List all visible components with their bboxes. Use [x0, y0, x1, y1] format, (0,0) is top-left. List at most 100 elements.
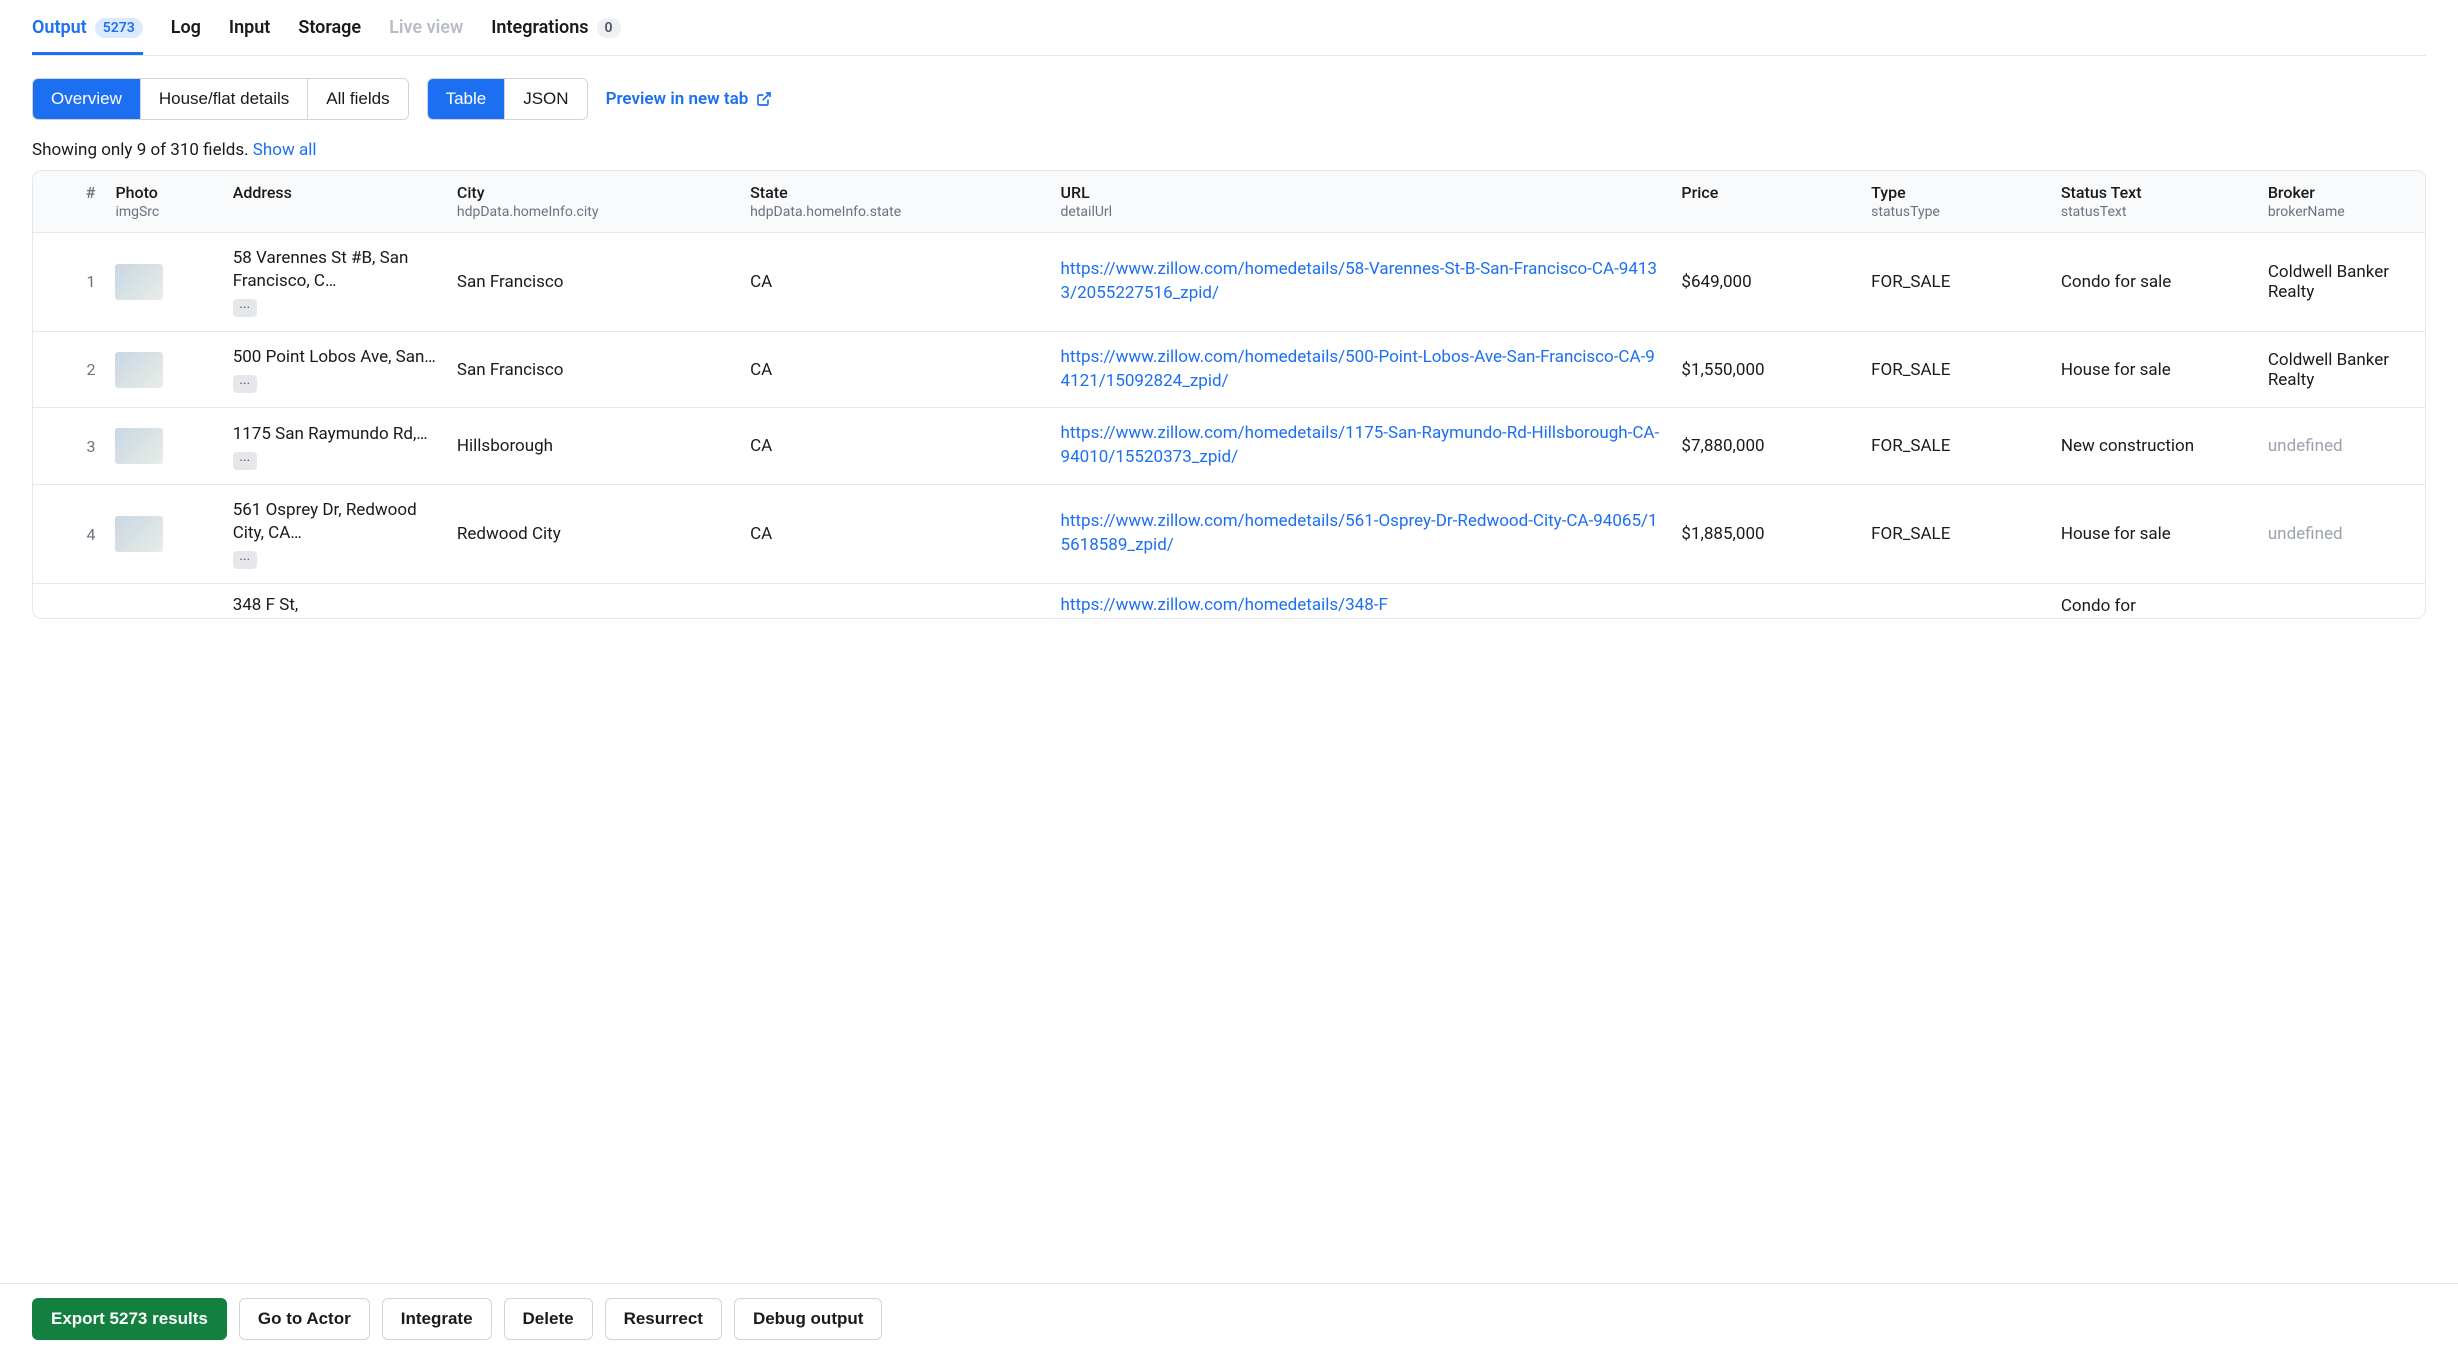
cell-type: FOR_SALE	[1861, 485, 2051, 584]
results-table-wrap: # Photo imgSrc Address City hdpData.home…	[32, 170, 2426, 619]
col-url[interactable]: URL detailUrl	[1051, 171, 1672, 233]
col-status[interactable]: Status Text statusText	[2051, 171, 2258, 233]
cell-address: 500 Point Lobos Ave, San… ···	[223, 331, 447, 408]
cell-city: Redwood City	[447, 485, 740, 584]
debug-output-button[interactable]: Debug output	[734, 1298, 882, 1340]
thumbnail-image	[115, 516, 163, 552]
cell-broker: Coldwell Banker Realty	[2258, 331, 2425, 408]
view-mode-group: Overview House/flat details All fields	[32, 78, 409, 120]
col-address[interactable]: Address	[223, 171, 447, 233]
cell-url: https://www.zillow.com/homedetails/500-P…	[1051, 331, 1672, 408]
fields-info: Showing only 9 of 310 fields. Show all	[32, 140, 2426, 160]
thumbnail-image	[115, 352, 163, 388]
more-icon[interactable]: ···	[233, 551, 257, 569]
controls-row: Overview House/flat details All fields T…	[32, 78, 2426, 120]
cell-type: FOR_SALE	[1861, 331, 2051, 408]
col-price[interactable]: Price	[1671, 171, 1861, 233]
cell-photo	[105, 233, 222, 332]
format-table-button[interactable]: Table	[428, 79, 506, 119]
cell-address: 348 F St,	[223, 583, 447, 617]
address-text: 58 Varennes St #B, San Francisco, C…	[233, 247, 437, 293]
url-link[interactable]: https://www.zillow.com/homedetails/348-F	[1061, 595, 1388, 615]
col-index[interactable]: #	[33, 171, 105, 233]
url-link[interactable]: https://www.zillow.com/homedetails/561-O…	[1061, 511, 1658, 555]
col-broker[interactable]: Broker brokerName	[2258, 171, 2425, 233]
cell-address: 1175 San Raymundo Rd,… ···	[223, 408, 447, 485]
cell-status: Condo for sale	[2051, 233, 2258, 332]
integrate-button[interactable]: Integrate	[382, 1298, 492, 1340]
cell-state	[740, 583, 1050, 617]
cell-broker: Coldwell Banker Realty	[2258, 233, 2425, 332]
more-icon[interactable]: ···	[233, 375, 257, 393]
cell-url: https://www.zillow.com/homedetails/58-Va…	[1051, 233, 1672, 332]
url-link[interactable]: https://www.zillow.com/homedetails/1175-…	[1061, 423, 1660, 467]
delete-button[interactable]: Delete	[504, 1298, 593, 1340]
address-text: 561 Osprey Dr, Redwood City, CA…	[233, 499, 437, 545]
view-house-details-button[interactable]: House/flat details	[141, 79, 308, 119]
cell-price: $1,550,000	[1671, 331, 1861, 408]
cell-photo	[105, 408, 222, 485]
cell-photo	[105, 583, 222, 617]
cell-state: CA	[740, 331, 1050, 408]
url-link[interactable]: https://www.zillow.com/homedetails/58-Va…	[1061, 259, 1657, 303]
more-icon[interactable]: ···	[233, 452, 257, 470]
col-city[interactable]: City hdpData.homeInfo.city	[447, 171, 740, 233]
cell-address: 561 Osprey Dr, Redwood City, CA… ···	[223, 485, 447, 584]
results-table: # Photo imgSrc Address City hdpData.home…	[33, 171, 2425, 618]
go-to-actor-button[interactable]: Go to Actor	[239, 1298, 370, 1340]
format-json-button[interactable]: JSON	[505, 79, 586, 119]
cell-price: $649,000	[1671, 233, 1861, 332]
tab-integrations[interactable]: Integrations 0	[491, 0, 620, 55]
tab-badge: 0	[597, 18, 621, 38]
more-icon[interactable]: ···	[233, 299, 257, 317]
tab-label: Log	[171, 17, 201, 38]
tab-log[interactable]: Log	[171, 0, 201, 55]
cell-state: CA	[740, 233, 1050, 332]
thumbnail-image	[115, 428, 163, 464]
cell-broker: undefined	[2258, 485, 2425, 584]
cell-city	[447, 583, 740, 617]
col-state[interactable]: State hdpData.homeInfo.state	[740, 171, 1050, 233]
preview-label: Preview in new tab	[606, 89, 749, 109]
thumbnail-image	[115, 264, 163, 300]
col-photo[interactable]: Photo imgSrc	[105, 171, 222, 233]
address-text: 1175 San Raymundo Rd,…	[233, 423, 437, 446]
view-all-fields-button[interactable]: All fields	[308, 79, 407, 119]
cell-index: 2	[33, 331, 105, 408]
tab-output[interactable]: Output 5273	[32, 0, 143, 55]
cell-state: CA	[740, 408, 1050, 485]
cell-type: FOR_SALE	[1861, 233, 2051, 332]
address-text: 500 Point Lobos Ave, San…	[233, 346, 437, 369]
preview-link[interactable]: Preview in new tab	[606, 89, 773, 109]
cell-status: House for sale	[2051, 331, 2258, 408]
table-row[interactable]: 348 F St, https://www.zillow.com/homedet…	[33, 583, 2425, 617]
tab-storage[interactable]: Storage	[298, 0, 361, 55]
external-link-icon	[756, 91, 772, 107]
export-button[interactable]: Export 5273 results	[32, 1298, 227, 1340]
tab-label: Integrations	[491, 17, 588, 38]
table-row[interactable]: 1 58 Varennes St #B, San Francisco, C… ·…	[33, 233, 2425, 332]
tab-label: Input	[229, 17, 270, 38]
tab-live-view: Live view	[389, 0, 463, 55]
cell-index: 1	[33, 233, 105, 332]
tabs-bar: Output 5273 Log Input Storage Live view …	[32, 0, 2426, 56]
cell-state: CA	[740, 485, 1050, 584]
fields-count-text: Showing only 9 of 310 fields.	[32, 140, 249, 160]
col-type[interactable]: Type statusType	[1861, 171, 2051, 233]
url-link[interactable]: https://www.zillow.com/homedetails/500-P…	[1061, 347, 1655, 391]
resurrect-button[interactable]: Resurrect	[605, 1298, 722, 1340]
table-row[interactable]: 3 1175 San Raymundo Rd,… ··· Hillsboroug…	[33, 408, 2425, 485]
tab-label: Output	[32, 17, 87, 38]
cell-type	[1861, 583, 2051, 617]
cell-broker: undefined	[2258, 408, 2425, 485]
table-row[interactable]: 2 500 Point Lobos Ave, San… ··· San Fran…	[33, 331, 2425, 408]
cell-url: https://www.zillow.com/homedetails/1175-…	[1051, 408, 1672, 485]
tab-input[interactable]: Input	[229, 0, 270, 55]
table-row[interactable]: 4 561 Osprey Dr, Redwood City, CA… ··· R…	[33, 485, 2425, 584]
view-overview-button[interactable]: Overview	[33, 79, 141, 119]
cell-city: San Francisco	[447, 233, 740, 332]
show-all-link[interactable]: Show all	[253, 140, 317, 160]
cell-photo	[105, 485, 222, 584]
cell-price: $1,885,000	[1671, 485, 1861, 584]
format-mode-group: Table JSON	[427, 78, 588, 120]
